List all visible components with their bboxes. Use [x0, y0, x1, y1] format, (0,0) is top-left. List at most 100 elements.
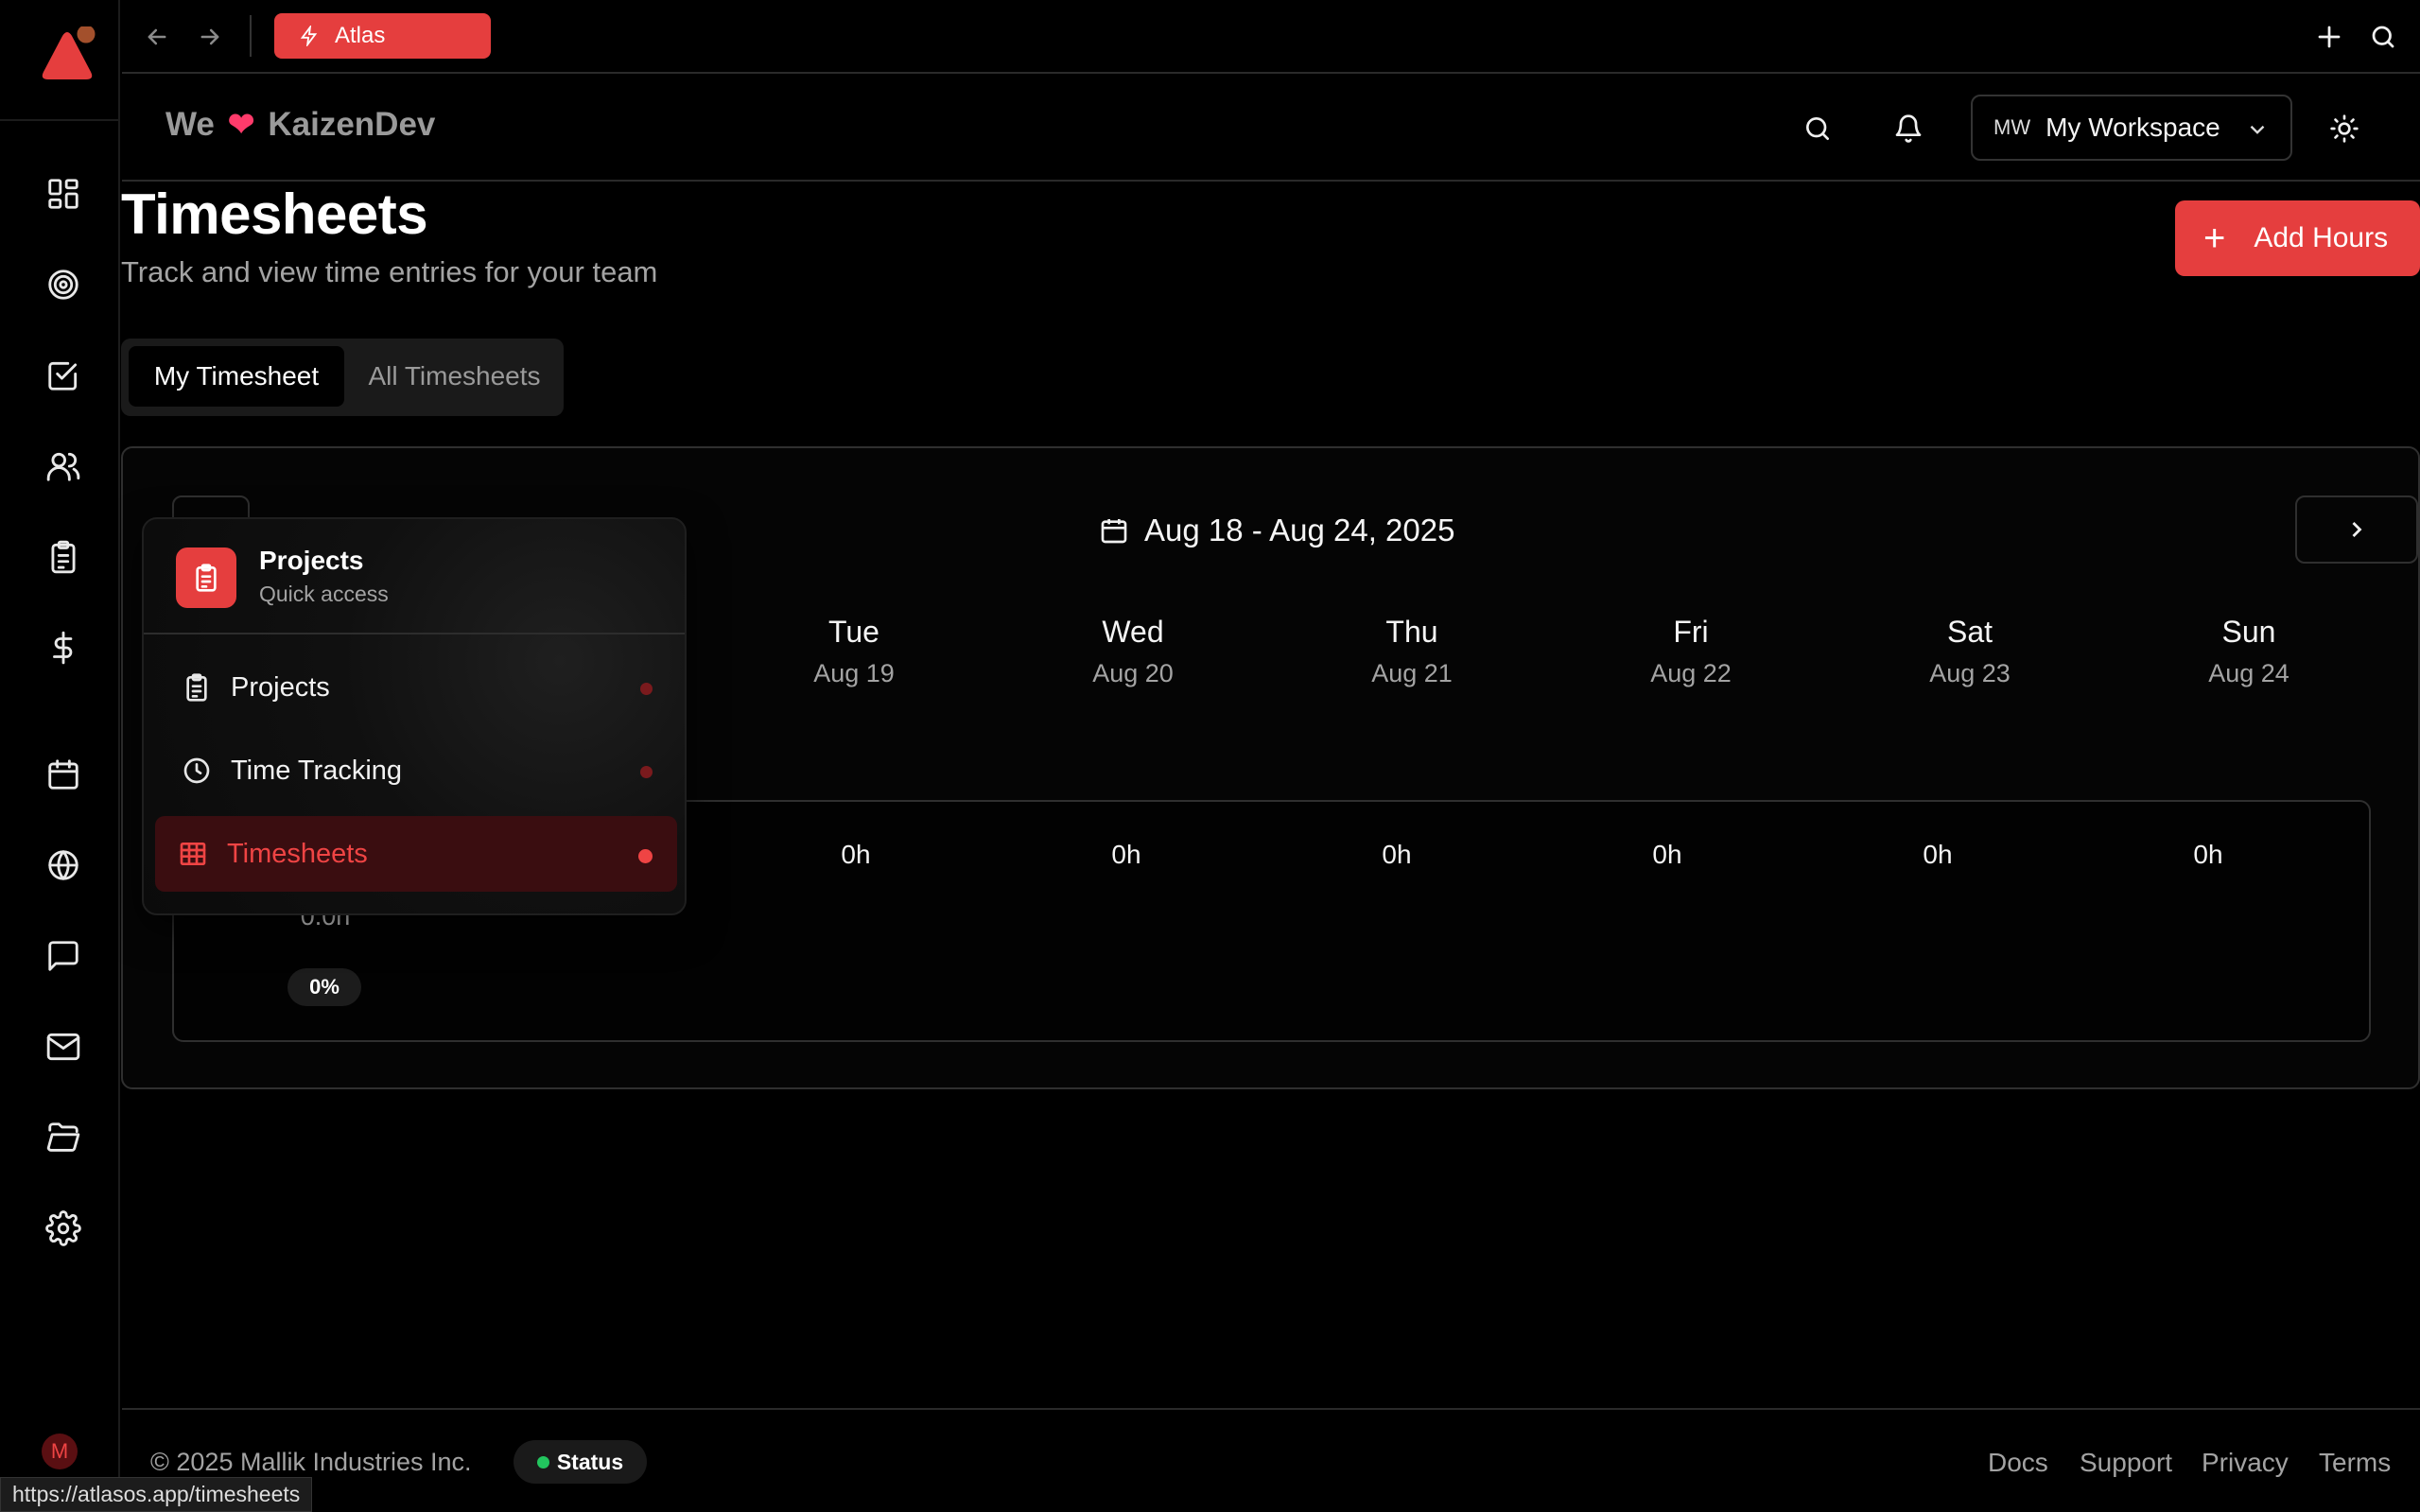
sidebar: M — [0, 0, 120, 1512]
browser-top-bar: Atlas — [122, 0, 2420, 74]
footer-link-docs[interactable]: Docs — [1988, 1448, 2048, 1478]
mail-icon[interactable] — [42, 1025, 85, 1069]
percent-badge: 0% — [287, 968, 361, 1006]
footer-link-privacy[interactable]: Privacy — [2202, 1448, 2289, 1478]
chat-icon[interactable] — [42, 934, 85, 978]
popover-header: Projects Quick access — [144, 519, 685, 634]
day-date: Aug 24 — [2208, 659, 2289, 687]
popover-item-label: Timesheets — [227, 838, 368, 869]
week-range-label: Aug 18 - Aug 24, 2025 — [1144, 513, 1455, 547]
app-tab-label: Atlas — [335, 23, 386, 48]
workspace-initials: MW — [1993, 115, 2031, 139]
day-date: Aug 22 — [1650, 659, 1732, 687]
calendar-icon — [1101, 519, 1127, 544]
popover-item-projects[interactable]: Projects — [155, 650, 677, 725]
day-name: Sat — [1946, 615, 1993, 649]
dashboard-icon[interactable] — [42, 172, 85, 216]
sun-icon[interactable] — [2324, 108, 2365, 149]
day-header: Thu Aug 21 — [1317, 615, 1506, 688]
logo-area — [0, 0, 120, 121]
clipboard-icon — [186, 673, 207, 702]
indicator-dot — [640, 683, 653, 695]
clipboard-icon[interactable] — [42, 535, 85, 579]
day-header: Wed Aug 20 — [1038, 615, 1227, 688]
projects-quick-access-popover: Projects Quick access Projects Time Trac… — [142, 517, 687, 915]
brand-name: KaizenDev — [268, 106, 436, 143]
bell-icon[interactable] — [1888, 108, 1929, 149]
folder-icon[interactable] — [42, 1116, 85, 1159]
lightning-icon — [300, 26, 318, 46]
day-name: Sun — [2221, 615, 2276, 649]
page-title: Timesheets — [121, 182, 428, 246]
plus-icon: + — [2203, 217, 2226, 259]
calendar-icon[interactable] — [42, 753, 85, 796]
day-name: Thu — [1385, 615, 1438, 649]
chevron-down-icon — [2245, 117, 2270, 142]
popover-item-time-tracking[interactable]: Time Tracking — [155, 733, 677, 808]
day-hours[interactable]: 0h — [1862, 840, 2013, 870]
users-icon[interactable] — [42, 444, 85, 488]
week-range: Aug 18 - Aug 24, 2025 — [1099, 513, 1454, 548]
back-arrow-icon[interactable] — [141, 21, 173, 53]
settings-icon[interactable] — [42, 1207, 85, 1250]
dollar-icon[interactable] — [42, 626, 85, 669]
day-name: Fri — [1673, 615, 1709, 649]
brand-prefix: We — [165, 106, 215, 143]
day-date: Aug 20 — [1092, 659, 1174, 687]
footer: © 2025 Mallik Industries Inc. Status Doc… — [122, 1408, 2420, 1512]
tasks-icon[interactable] — [42, 354, 85, 397]
day-hours[interactable]: 0h — [2133, 840, 2284, 870]
tab-all-timesheets[interactable]: All Timesheets — [353, 346, 556, 407]
day-header: Tue Aug 19 — [759, 615, 949, 688]
table-icon — [180, 843, 206, 865]
footer-link-support[interactable]: Support — [2080, 1448, 2172, 1478]
user-avatar[interactable]: M — [42, 1434, 78, 1469]
indicator-dot — [640, 766, 653, 778]
day-date: Aug 23 — [1929, 659, 2011, 687]
tab-my-timesheet[interactable]: My Timesheet — [129, 346, 344, 407]
popover-item-label: Projects — [231, 671, 330, 703]
day-hours[interactable]: 0h — [780, 840, 931, 870]
status-bar-url: https://atlasos.app/timesheets — [0, 1477, 313, 1512]
day-hours[interactable]: 0h — [1592, 840, 1743, 870]
clock-icon — [183, 757, 210, 784]
indicator-dot — [638, 849, 653, 863]
workspace-switcher[interactable]: MW My Workspace — [1971, 95, 2292, 161]
day-date: Aug 19 — [813, 659, 895, 687]
status-label: Status — [556, 1449, 624, 1474]
add-hours-label: Add Hours — [2254, 222, 2389, 253]
popover-item-timesheets[interactable]: Timesheets — [155, 816, 677, 892]
add-hours-button[interactable]: + Add Hours — [2175, 200, 2420, 276]
globe-icon[interactable] — [42, 843, 85, 887]
day-hours[interactable]: 0h — [1051, 840, 1202, 870]
chevron-right-icon — [2352, 522, 2362, 537]
heart-icon: ❤ — [227, 107, 255, 143]
timesheet-tabs: My Timesheet All Timesheets — [121, 339, 564, 416]
app-tab-atlas[interactable]: Atlas — [274, 13, 491, 59]
divider — [250, 15, 252, 57]
copyright: © 2025 Mallik Industries Inc. — [150, 1448, 472, 1476]
popover-item-label: Time Tracking — [231, 755, 403, 786]
status-badge[interactable]: Status — [514, 1440, 647, 1484]
clipboard-icon — [176, 547, 236, 608]
day-hours[interactable]: 0h — [1321, 840, 1472, 870]
day-header: Sat Aug 23 — [1875, 615, 2064, 688]
app-logo-icon[interactable] — [34, 26, 102, 93]
brand: We ❤ KaizenDev — [165, 106, 435, 144]
popover-title: Projects — [259, 546, 364, 575]
workspace-name: My Workspace — [2046, 113, 2220, 142]
new-tab-plus-icon[interactable] — [2311, 19, 2347, 55]
app-header: We ❤ KaizenDev MW My Workspace — [122, 76, 2420, 182]
day-header: Fri Aug 22 — [1596, 615, 1785, 688]
target-icon[interactable] — [42, 263, 85, 306]
forward-arrow-icon[interactable] — [194, 21, 226, 53]
search-icon[interactable] — [1797, 108, 1838, 149]
popover-subtitle: Quick access — [259, 582, 389, 606]
global-search-icon[interactable] — [2365, 19, 2401, 55]
day-date: Aug 21 — [1371, 659, 1453, 687]
status-dot-icon — [536, 1455, 549, 1469]
day-name: Wed — [1102, 615, 1164, 649]
next-week-button[interactable] — [2295, 495, 2418, 564]
day-name: Tue — [828, 615, 879, 649]
footer-link-terms[interactable]: Terms — [2319, 1448, 2391, 1478]
